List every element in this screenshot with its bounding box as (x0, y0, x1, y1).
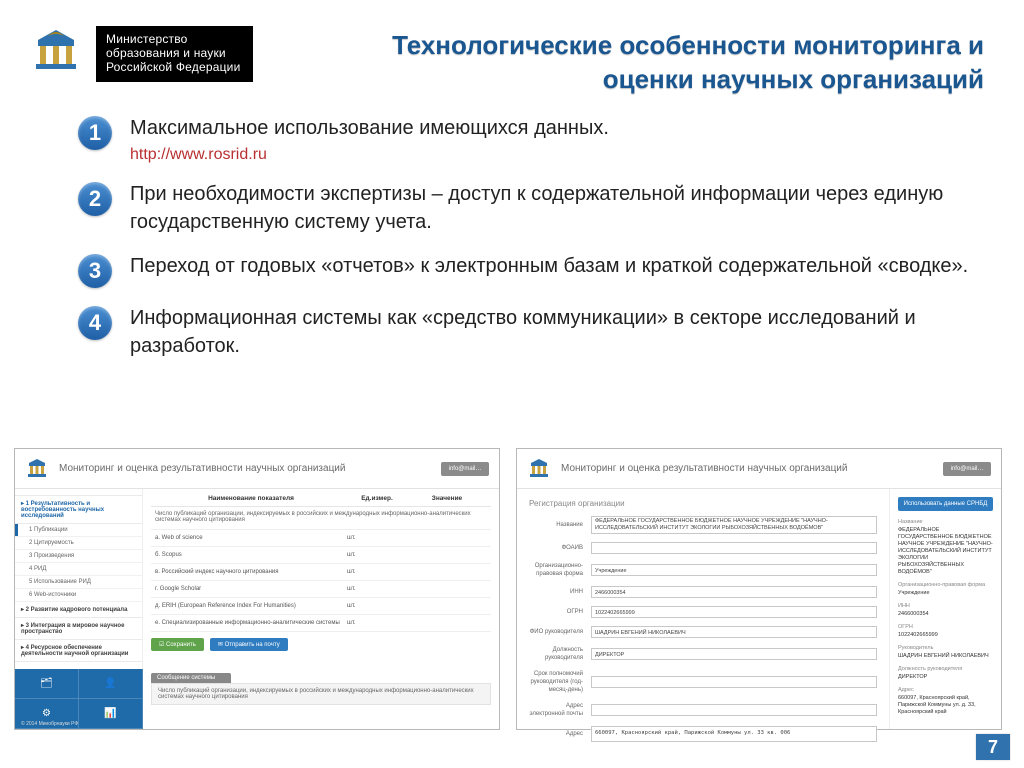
point-1: 1 Максимальное использование имеющихся д… (78, 114, 978, 164)
lbl-email: Адрес электронной почты (529, 702, 591, 718)
sidebar-section-2[interactable]: ▸ 2 Развитие кадрового потенциала (15, 602, 142, 618)
num-badge: 4 (78, 306, 112, 340)
sidebar-item[interactable]: 2 Цитируемость (15, 537, 142, 550)
footer-copy: © 2014 Минобрнауки РФ (21, 721, 78, 727)
point-3: 3 Переход от годовых «отчетов» к электро… (78, 252, 978, 288)
header: Министерство образования и науки Российс… (0, 26, 253, 82)
sidebar-item[interactable]: 6 Web-источники (15, 589, 142, 602)
screenshot-2: Мониторинг и оценка результативности нау… (516, 448, 1002, 730)
table-row: в. Российский индекс научного цитировани… (151, 564, 491, 581)
sidebar-section-3[interactable]: ▸ 3 Интеграция в мировое научное простра… (15, 618, 142, 640)
point-4: 4 Информационная системы как «средство к… (78, 304, 978, 360)
screenshot-1: Мониторинг и оценка результативности нау… (14, 448, 500, 730)
sidebar-item[interactable]: 4 РИД (15, 563, 142, 576)
point-text: Максимальное использование имеющихся дан… (130, 114, 978, 142)
shot-header: Мониторинг и оценка результативности нау… (517, 449, 1001, 489)
inp-inn[interactable]: 2466000354 (591, 586, 877, 598)
ministry-line: образования и науки (106, 46, 241, 60)
lbl-orgform: Организационно-правовая форма (529, 562, 591, 578)
sidebar-item[interactable]: 5 Использование РИД (15, 576, 142, 589)
form-heading: Регистрация организации (529, 499, 877, 508)
emblem-icon (527, 457, 551, 481)
tile-icon[interactable]: 📊 (79, 699, 143, 729)
inp-name[interactable]: ФЕДЕРАЛЬНОЕ ГОСУДАРСТВЕННОЕ БЮДЖЕТНОЕ НА… (591, 516, 877, 534)
lbl-name: Название (529, 521, 591, 529)
table-row: а. Web of scienceшт. (151, 530, 491, 547)
point-text: Переход от годовых «отчетов» к электронн… (130, 252, 978, 280)
save-button[interactable]: ☑ Сохранить (151, 638, 204, 651)
title-line: Технологические особенности мониторинга … (392, 28, 984, 62)
msg-head: Сообщение системы (151, 673, 231, 683)
num-badge: 2 (78, 182, 112, 216)
emblem-icon (28, 26, 84, 82)
point-text: При необходимости экспертизы – доступ к … (130, 180, 978, 236)
tile-icon[interactable]: 🗂 (15, 669, 79, 699)
inp-term[interactable] (591, 676, 877, 688)
table-row: г. Google Scholarшт. (151, 581, 491, 598)
emblem-icon (25, 457, 49, 481)
num-badge: 1 (78, 116, 112, 150)
msg-body: Число публикаций организации, индексируе… (151, 683, 491, 705)
col-header: Наименование показателя (155, 495, 347, 502)
use-data-button[interactable]: Использовать данные СРНБД (898, 497, 993, 511)
table-row: б. Scopusшт. (151, 547, 491, 564)
login-button[interactable]: info@mail… (943, 462, 991, 476)
sidebar-section-1[interactable]: ▸ 1 Результативность и востребованность … (15, 496, 142, 524)
num-badge: 3 (78, 254, 112, 288)
form-side: Использовать данные СРНБД НазваниеФЕДЕРА… (889, 489, 1001, 729)
login-button[interactable]: info@mail… (441, 462, 489, 476)
inp-orgform[interactable]: Учреждение (591, 564, 877, 576)
title-line: оценки научных организаций (392, 62, 984, 96)
inp-addr[interactable]: 660097, Красноярский край, Парижской Ком… (591, 726, 877, 742)
shot-title: Мониторинг и оценка результативности нау… (561, 463, 943, 474)
page-title: Технологические особенности мониторинга … (392, 28, 984, 96)
lbl-post: Должность руководителя (529, 646, 591, 662)
shot-title: Мониторинг и оценка результативности нау… (59, 463, 441, 474)
screenshots: Мониторинг и оценка результативности нау… (14, 448, 1002, 730)
lbl-head: ФИО руководителя (529, 628, 591, 636)
col-header: Значение (407, 495, 487, 502)
send-button[interactable]: ✉ Отправить на почту (210, 638, 288, 651)
point-2: 2 При необходимости экспертизы – доступ … (78, 180, 978, 236)
point-link[interactable]: http://www.rosrid.ru (130, 146, 978, 164)
lbl-term: Срок полномочий руководителя (год-месяц-… (529, 670, 591, 694)
point-text: Информационная системы как «средство ком… (130, 304, 978, 360)
lbl-ogrn: ОГРН (529, 608, 591, 616)
ministry-block: Министерство образования и науки Российс… (96, 26, 253, 82)
form-main: Регистрация организации НазваниеФЕДЕРАЛЬ… (517, 489, 889, 729)
sidebar-item[interactable]: 3 Произведения (15, 550, 142, 563)
sidebar-item[interactable]: 1 Публикации (15, 524, 142, 537)
lbl-foaiv: ФОАИВ (529, 544, 591, 552)
inp-post[interactable]: ДИРЕКТОР (591, 648, 877, 660)
inp-email[interactable] (591, 704, 877, 716)
lbl-inn: ИНН (529, 588, 591, 596)
sidebar-section-4[interactable]: ▸ 4 Ресурсное обеспечение деятельности н… (15, 640, 142, 662)
points-list: 1 Максимальное использование имеющихся д… (78, 114, 978, 376)
inp-head[interactable]: ШАДРИН ЕВГЕНИЙ НИКОЛАЕВИЧ (591, 626, 877, 638)
tile-icon[interactable]: 👤 (79, 669, 143, 699)
inp-foaiv[interactable] (591, 542, 877, 554)
ministry-line: Российской Федерации (106, 60, 241, 74)
slide: Министерство образования и науки Российс… (0, 0, 1024, 768)
shot-header: Мониторинг и оценка результативности нау… (15, 449, 499, 489)
page-number: 7 (976, 734, 1010, 760)
table-row: е. Специализированные информационно-анал… (151, 615, 491, 632)
inp-ogrn[interactable]: 1022402665999 (591, 606, 877, 618)
ministry-line: Министерство (106, 32, 241, 46)
lbl-addr: Адрес (529, 730, 591, 738)
col-header: Ед.измер. (347, 495, 407, 502)
table-row: д. ERIH (European Reference Index For Hu… (151, 598, 491, 615)
table-description: Число публикаций организации, индексируе… (151, 507, 491, 530)
system-message: Сообщение системы Число публикаций орган… (143, 669, 499, 729)
tile-nav: 🗂 👤 ⚙ 📊 (15, 669, 143, 729)
